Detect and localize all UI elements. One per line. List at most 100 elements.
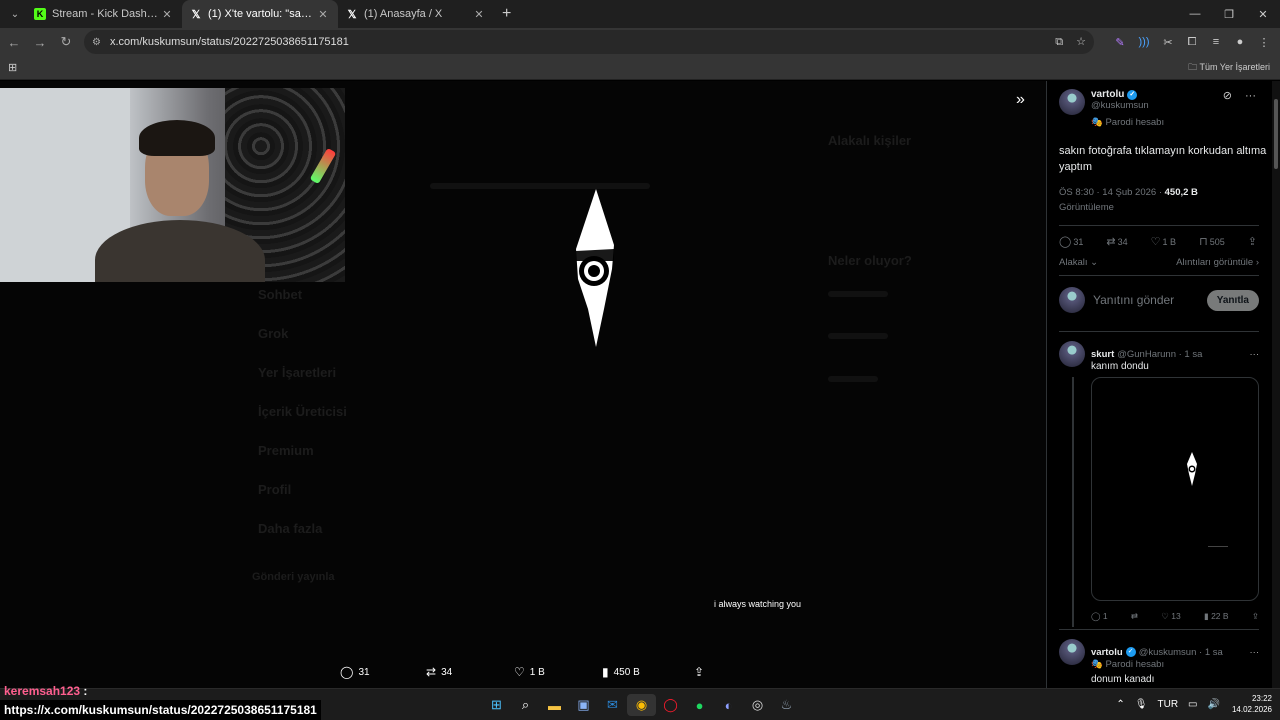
grok-icon[interactable]: ⊘ (1223, 90, 1232, 102)
tab-kick-dashboard[interactable]: K Stream - Kick Dashboard ✕ (26, 0, 182, 28)
share-button[interactable]: ⇪ (1252, 611, 1259, 622)
reply-item[interactable]: skurt @GunHarunn · 1 sa ··· kanım dondu (1059, 341, 1259, 372)
tray-overflow-chevron-icon[interactable]: ⌃ (1116, 699, 1124, 710)
steam-icon[interactable]: ♨ (772, 694, 801, 716)
avatar[interactable] (1059, 639, 1085, 665)
close-icon[interactable]: ✕ (472, 8, 486, 21)
address-url[interactable]: x.com/kuskumsun/status/20227250386511751… (110, 36, 1045, 48)
all-bookmarks-folder[interactable]: 🗀 Tüm Yer İşaretleri (1188, 60, 1270, 76)
repost-button[interactable]: ⇄ (1131, 611, 1138, 622)
my-avatar (1059, 287, 1085, 313)
spotify-icon[interactable]: ● (685, 694, 714, 716)
avatar[interactable] (1059, 89, 1085, 115)
new-tab-plus-icon[interactable]: + (502, 5, 511, 23)
reply-author-name[interactable]: vartolu (1091, 647, 1123, 658)
reply-button[interactable]: ◯ 1 (1091, 611, 1108, 622)
author-name-row[interactable]: vartolu ✓ (1091, 89, 1149, 100)
bookmark-button[interactable]: ⊓ 505 (1199, 235, 1225, 248)
tab-x-home[interactable]: 𝕏 (1) Anasayfa / X ✕ (338, 0, 494, 28)
clock[interactable]: 23:22 14.02.2026 (1232, 693, 1272, 715)
more-options-icon[interactable]: ··· (1250, 349, 1260, 360)
tab-x-status[interactable]: 𝕏 (1) X'te vartolu: "sakın fotoğrafa ✕ (182, 0, 338, 28)
apps-grid-icon[interactable]: ⊞ (8, 61, 17, 74)
media-viewer[interactable]: Alakalı kişiler Neler oluyor? Sohbet Gro… (0, 81, 1046, 688)
repost-button[interactable]: ⇄ 34 (1106, 235, 1127, 248)
collapse-sidebar-icon[interactable]: » (1016, 91, 1025, 109)
reply-author-handle[interactable]: @GunHarunn · 1 sa (1117, 349, 1202, 360)
author-handle[interactable]: @kuskumsun (1091, 100, 1149, 111)
close-icon[interactable]: ✕ (160, 8, 174, 21)
tweet-top-icons: ⊘ ··· (1213, 89, 1256, 102)
obs-icon[interactable]: ◎ (743, 694, 772, 716)
volume-icon[interactable]: 🔊 (1208, 699, 1220, 710)
close-icon[interactable]: ✕ (316, 8, 330, 21)
reload-icon[interactable]: ↻ (54, 30, 78, 54)
profile-avatar-icon[interactable]: ● (1228, 36, 1252, 49)
tab-search-icon[interactable]: ⌄ (4, 3, 26, 25)
scrollbar-thumb[interactable] (1274, 99, 1278, 169)
close-window-icon[interactable]: ✕ (1246, 0, 1280, 28)
reply-icon: ◯ (1091, 611, 1101, 621)
avatar[interactable] (1059, 341, 1085, 367)
more-options-icon[interactable]: ··· (1250, 647, 1260, 658)
maximize-icon[interactable]: ❐ (1212, 0, 1246, 28)
views-button[interactable]: ▮ 22 B (1204, 611, 1229, 622)
discord-icon[interactable]: ◐ (714, 694, 743, 716)
eye-image[interactable] (574, 189, 618, 347)
more-options-icon[interactable]: ··· (1245, 90, 1256, 102)
media-control-icon[interactable]: ≡ (1204, 36, 1228, 49)
keyboard-language[interactable]: TUR (1157, 699, 1178, 710)
ghost-nav-item: Sohbet (258, 287, 303, 302)
minimize-icon[interactable]: — (1178, 0, 1212, 28)
back-arrow-icon[interactable]: ← (2, 30, 26, 54)
store-icon[interactable]: ▣ (569, 694, 598, 716)
reply-item[interactable]: vartolu ✓ @kuskumsun · 1 sa ··· 🎭 Parodi… (1059, 639, 1259, 685)
clock-date: 14.02.2026 (1231, 705, 1272, 714)
media-action-bar: ◯ 31 ⇄ 34 ♡ 1 B ▮ 450 B ⇪ (340, 665, 709, 679)
media-share-button[interactable]: ⇪ (694, 665, 709, 679)
browser-menu-icon[interactable]: ⋮ (1252, 36, 1276, 49)
search-icon[interactable]: ⌕ (511, 694, 540, 716)
windows-start-icon[interactable]: ⊞ (482, 694, 511, 716)
repost-count: 34 (441, 666, 453, 678)
bookmark-icon: ⊓ (1199, 236, 1208, 248)
reply-button[interactable]: ◯ 31 (1059, 235, 1083, 248)
address-bar[interactable]: ⚙ x.com/kuskumsun/status/202272503865117… (84, 30, 1094, 54)
media-like-button[interactable]: ♡ 1 B (514, 665, 602, 679)
forward-arrow-icon[interactable]: → (28, 30, 52, 54)
reply-media[interactable] (1091, 377, 1259, 601)
extension-pen-icon[interactable]: ✎ (1108, 36, 1132, 49)
media-reply-button[interactable]: ◯ 31 (340, 665, 426, 679)
mail-icon[interactable]: ✉ (598, 694, 627, 716)
author-name[interactable]: vartolu (1091, 89, 1124, 100)
reply-submit-button[interactable]: Yanıtla (1206, 289, 1259, 311)
media-repost-button[interactable]: ⇄ 34 (426, 665, 514, 679)
share-button[interactable]: ⇪ (1248, 235, 1259, 248)
site-info-icon[interactable]: ⚙ (92, 37, 106, 48)
tweet-timestamp[interactable]: ÖS 8:30 · 14 Şub 2026 · (1059, 187, 1162, 198)
panel-scrollbar[interactable] (1272, 81, 1280, 688)
like-button[interactable]: ♡ 13 (1161, 611, 1180, 622)
extension-audio-icon[interactable]: ))) (1132, 36, 1156, 49)
like-button[interactable]: ♡ 1 B (1151, 235, 1176, 248)
microphone-icon[interactable]: 🎙 (1135, 699, 1148, 710)
network-icon[interactable]: ▭ (1188, 699, 1197, 710)
reply-input[interactable]: Yanıtını gönder (1093, 293, 1207, 307)
relevant-label: Alakalı (1059, 257, 1088, 268)
reply-author-name[interactable]: skurt (1091, 349, 1114, 360)
relevant-sort-dropdown[interactable]: Alakalı ⌄ (1059, 257, 1098, 268)
chrome-icon[interactable]: ◉ (627, 694, 656, 716)
browser-tab-strip: ⌄ K Stream - Kick Dashboard ✕ 𝕏 (1) X'te… (0, 0, 1280, 28)
extensions-puzzle-icon[interactable]: ⧠ (1180, 36, 1204, 49)
extension-tool-icon[interactable]: ✂ (1156, 36, 1180, 49)
bookmark-star-icon[interactable]: ☆ (1076, 36, 1086, 48)
ghost-nav-item: Grok (258, 326, 289, 341)
view-quotes-link[interactable]: Alıntıları görüntüle › (1176, 257, 1259, 268)
ghost-line (828, 291, 888, 297)
reply-author-handle[interactable]: @kuskumsun · 1 sa (1139, 647, 1223, 658)
ghost-nav-item: Yer İşaretleri (258, 365, 337, 380)
file-explorer-icon[interactable]: ▬ (540, 694, 569, 716)
opera-icon[interactable]: ◯ (656, 694, 685, 716)
media-views-button[interactable]: ▮ 450 B (602, 665, 694, 679)
install-app-icon[interactable]: ⧉ (1055, 36, 1063, 48)
